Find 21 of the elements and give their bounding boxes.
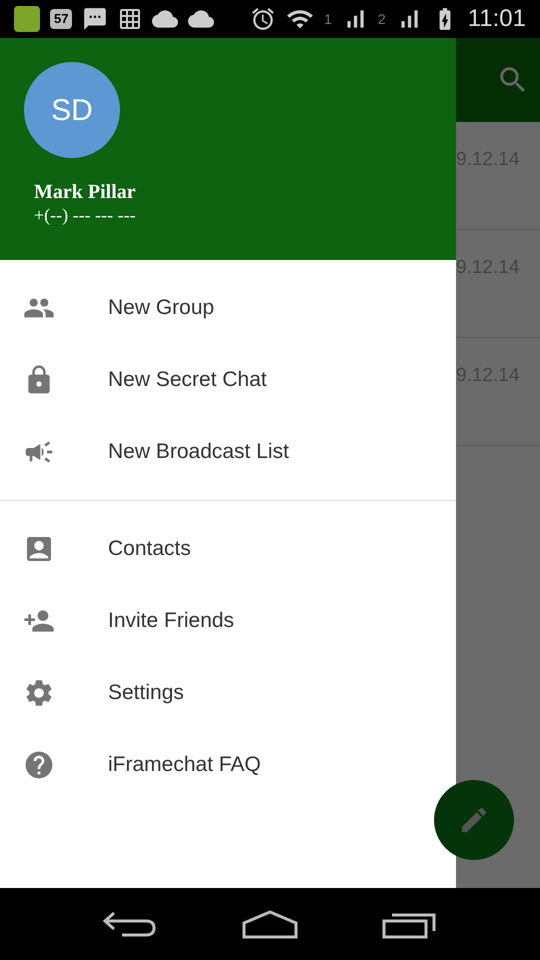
- menu-item[interactable]: Settings: [0, 657, 456, 729]
- menu-item[interactable]: New Group: [0, 272, 456, 344]
- message-icon: [82, 6, 108, 32]
- menu-item[interactable]: New Secret Chat: [0, 344, 456, 416]
- alarm-icon: [250, 6, 276, 32]
- menu-item[interactable]: New Broadcast List: [0, 416, 456, 488]
- clock: 11:01: [468, 4, 526, 34]
- menu-item[interactable]: Contacts: [0, 513, 456, 585]
- menu-item[interactable]: iFramechat FAQ: [0, 729, 456, 801]
- home-icon[interactable]: [242, 909, 298, 939]
- notification-count: 57: [50, 9, 72, 29]
- help-icon: [23, 749, 55, 781]
- user-name: Mark Pillar: [34, 180, 136, 204]
- phone-number: +(--) --- --- ---: [34, 204, 136, 226]
- back-icon[interactable]: [102, 909, 158, 939]
- menu-item[interactable]: Invite Friends: [0, 585, 456, 657]
- sim-label: 1: [324, 10, 332, 28]
- grid-icon: [118, 7, 142, 31]
- chat-app-icon: [14, 6, 40, 32]
- avatar: SD: [24, 62, 120, 158]
- sim-label: 2: [378, 10, 386, 28]
